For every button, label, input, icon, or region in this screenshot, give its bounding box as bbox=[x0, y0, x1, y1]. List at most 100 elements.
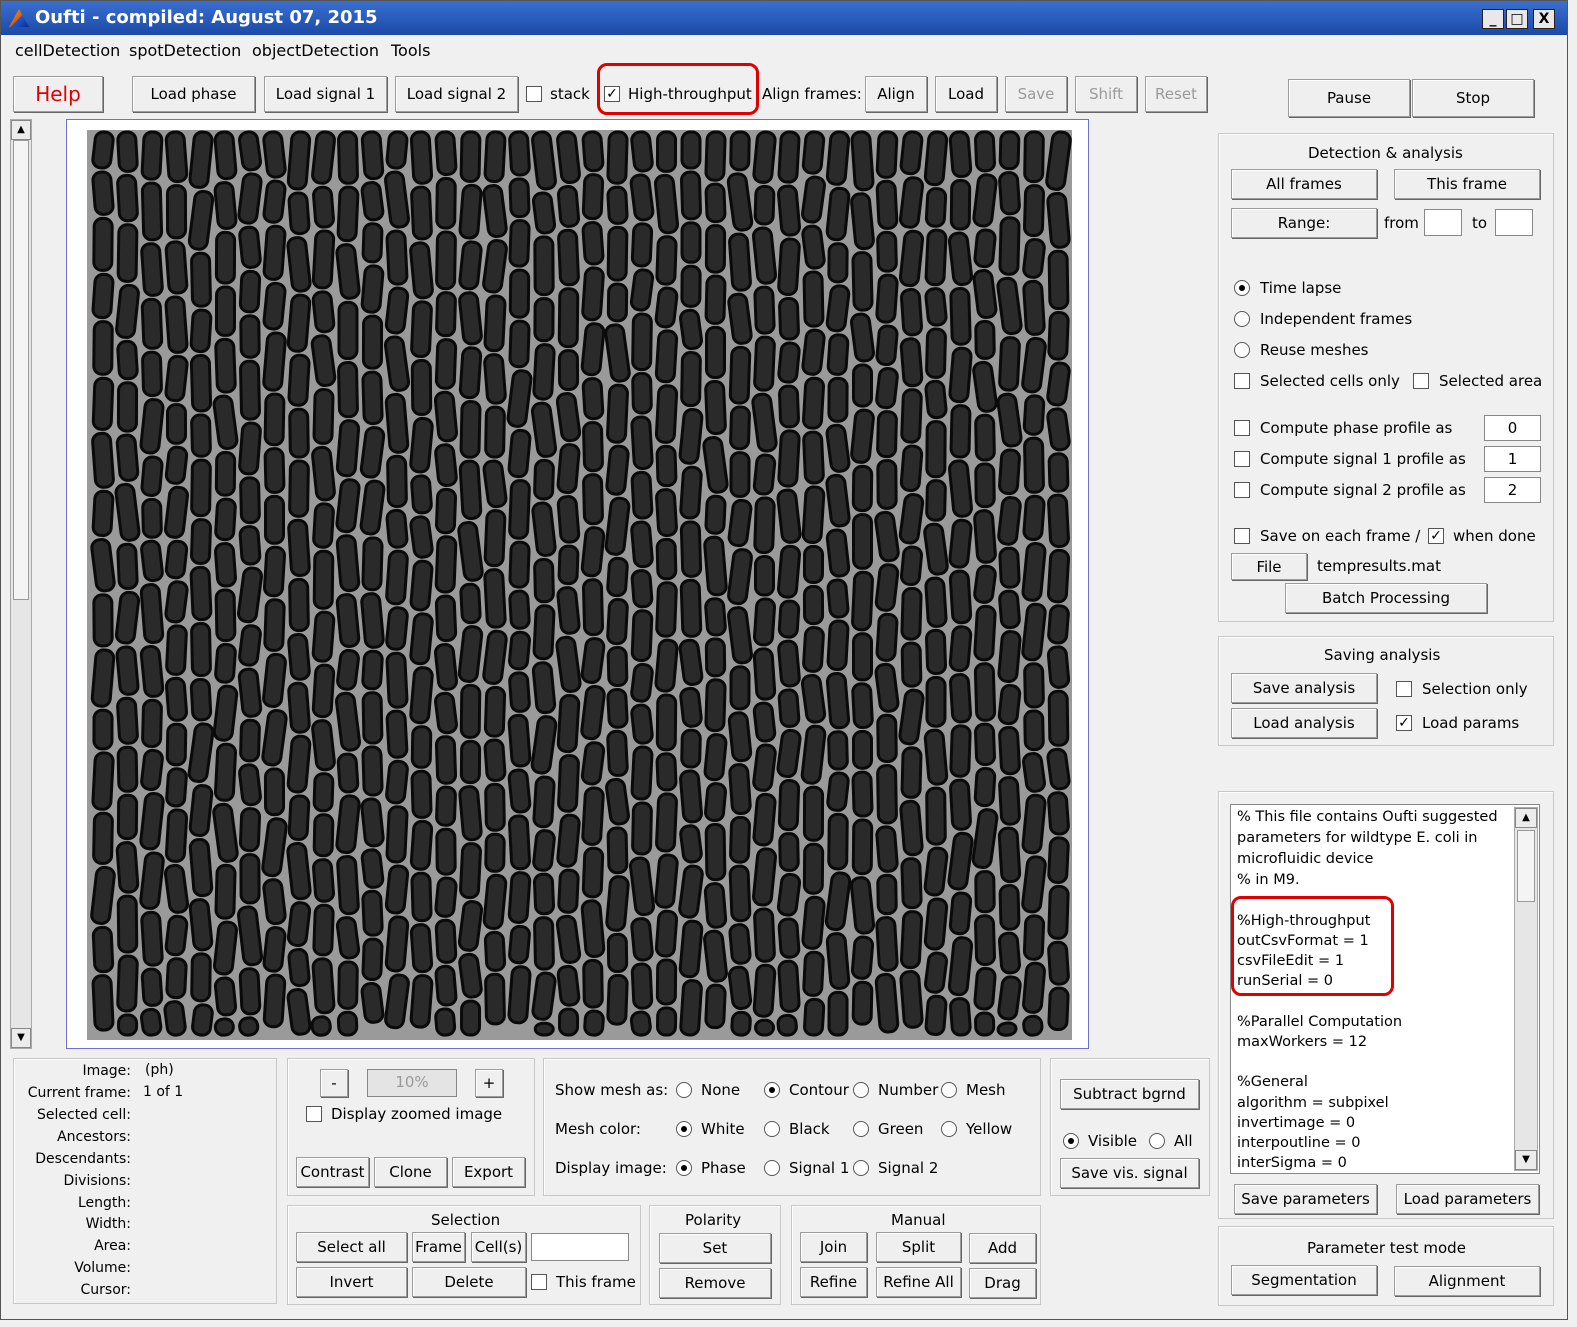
zoom-out-button[interactable]: - bbox=[320, 1069, 348, 1097]
refine-all-button[interactable]: Refine All bbox=[876, 1267, 961, 1297]
save-each-frame-checkbox[interactable] bbox=[1234, 528, 1250, 544]
polarity-remove-button[interactable]: Remove bbox=[659, 1268, 771, 1298]
display-phase-radio[interactable] bbox=[676, 1160, 692, 1176]
selected-area-checkbox[interactable] bbox=[1413, 373, 1429, 389]
segmentation-button[interactable]: Segmentation bbox=[1231, 1265, 1377, 1295]
display-signal2-radio[interactable] bbox=[853, 1160, 869, 1176]
file-button[interactable]: File bbox=[1231, 553, 1307, 580]
load-params-checkbox[interactable]: ✓ bbox=[1396, 715, 1412, 731]
save-analysis-button[interactable]: Save analysis bbox=[1231, 673, 1377, 703]
stack-checkbox[interactable] bbox=[526, 86, 542, 102]
signal1-profile-checkbox[interactable] bbox=[1234, 451, 1250, 467]
color-black-radio[interactable] bbox=[764, 1121, 780, 1137]
help-button[interactable]: Help bbox=[13, 76, 103, 112]
select-cells-button[interactable]: Cell(s) bbox=[471, 1232, 526, 1262]
save-vis-signal-button[interactable]: Save vis. signal bbox=[1060, 1158, 1199, 1188]
join-button[interactable]: Join bbox=[800, 1232, 867, 1262]
range-to-input[interactable] bbox=[1495, 209, 1533, 236]
polarity-set-button[interactable]: Set bbox=[659, 1233, 771, 1263]
maximize-button[interactable]: □ bbox=[1506, 9, 1528, 29]
cell bbox=[336, 185, 360, 243]
mesh-contour-radio[interactable] bbox=[764, 1082, 780, 1098]
microscopy-image[interactable] bbox=[66, 119, 1089, 1049]
add-button[interactable]: Add bbox=[969, 1233, 1036, 1263]
align-button[interactable]: Align bbox=[865, 76, 927, 112]
mesh-none-radio[interactable] bbox=[676, 1082, 692, 1098]
subtract-bgrnd-button[interactable]: Subtract bgrnd bbox=[1060, 1079, 1199, 1109]
refine-button[interactable]: Refine bbox=[800, 1267, 867, 1297]
all-frames-button[interactable]: All frames bbox=[1231, 169, 1377, 199]
cell bbox=[337, 960, 359, 1010]
split-button[interactable]: Split bbox=[876, 1232, 961, 1262]
display-zoomed-checkbox[interactable] bbox=[306, 1106, 322, 1122]
mesh-mesh-radio[interactable] bbox=[941, 1082, 957, 1098]
menu-spotdetection[interactable]: spotDetection bbox=[129, 41, 241, 60]
visible-radio[interactable] bbox=[1063, 1133, 1079, 1149]
scroll-thumb[interactable] bbox=[1517, 830, 1535, 902]
range-from-input[interactable] bbox=[1424, 209, 1462, 236]
scroll-down-icon[interactable]: ▼ bbox=[1515, 1150, 1537, 1170]
signal2-profile-checkbox[interactable] bbox=[1234, 482, 1250, 498]
phase-profile-input[interactable]: 0 bbox=[1484, 415, 1541, 441]
image-vertical-scrollbar[interactable]: ▲ ▼ bbox=[10, 119, 32, 1049]
this-frame-checkbox[interactable] bbox=[531, 1274, 547, 1290]
scroll-thumb[interactable] bbox=[13, 140, 29, 600]
color-green-radio[interactable] bbox=[853, 1121, 869, 1137]
zoom-level-field[interactable]: 10% bbox=[367, 1069, 457, 1097]
independent-frames-radio[interactable] bbox=[1234, 311, 1250, 327]
cell bbox=[336, 1010, 359, 1037]
time-lapse-radio[interactable] bbox=[1234, 280, 1250, 296]
selected-cells-checkbox[interactable] bbox=[1234, 373, 1250, 389]
select-all-button[interactable]: Select all bbox=[296, 1232, 407, 1262]
minimize-button[interactable]: _ bbox=[1482, 9, 1504, 29]
save-button[interactable]: Save bbox=[1005, 76, 1067, 112]
invert-button[interactable]: Invert bbox=[296, 1267, 407, 1297]
signal2-profile-input[interactable]: 2 bbox=[1484, 477, 1541, 503]
select-frame-button[interactable]: Frame bbox=[412, 1232, 465, 1262]
cell-number-input[interactable] bbox=[531, 1233, 629, 1261]
reuse-meshes-radio[interactable] bbox=[1234, 342, 1250, 358]
reset-button[interactable]: Reset bbox=[1145, 76, 1207, 112]
stop-button[interactable]: Stop bbox=[1412, 79, 1534, 117]
save-parameters-button[interactable]: Save parameters bbox=[1234, 1184, 1377, 1214]
alignment-button[interactable]: Alignment bbox=[1394, 1266, 1540, 1296]
contrast-button[interactable]: Contrast bbox=[296, 1157, 369, 1187]
cell bbox=[214, 285, 237, 337]
menu-tools[interactable]: Tools bbox=[391, 41, 430, 60]
cell bbox=[556, 130, 581, 185]
load-parameters-button[interactable]: Load parameters bbox=[1396, 1184, 1539, 1214]
clone-button[interactable]: Clone bbox=[374, 1157, 447, 1187]
close-button[interactable]: X bbox=[1533, 9, 1555, 29]
this-frame-button[interactable]: This frame bbox=[1394, 169, 1540, 199]
cell bbox=[361, 370, 384, 426]
drag-button[interactable]: Drag bbox=[969, 1268, 1036, 1298]
delete-button[interactable]: Delete bbox=[412, 1267, 526, 1297]
scroll-down-icon[interactable]: ▼ bbox=[11, 1028, 31, 1048]
batch-processing-button[interactable]: Batch Processing bbox=[1285, 583, 1487, 613]
color-white-radio[interactable] bbox=[676, 1121, 692, 1137]
signal1-profile-input[interactable]: 1 bbox=[1484, 446, 1541, 472]
color-yellow-radio[interactable] bbox=[941, 1121, 957, 1137]
when-done-checkbox[interactable]: ✓ bbox=[1428, 528, 1444, 544]
pause-button[interactable]: Pause bbox=[1288, 79, 1410, 117]
all-radio[interactable] bbox=[1149, 1133, 1165, 1149]
phase-profile-checkbox[interactable] bbox=[1234, 420, 1250, 436]
zoom-in-button[interactable]: + bbox=[475, 1069, 503, 1097]
display-signal1-radio[interactable] bbox=[764, 1160, 780, 1176]
range-button[interactable]: Range: bbox=[1231, 208, 1377, 238]
export-button[interactable]: Export bbox=[452, 1157, 525, 1187]
menu-objectdetection[interactable]: objectDetection bbox=[252, 41, 379, 60]
mesh-number-radio[interactable] bbox=[853, 1082, 869, 1098]
shift-button[interactable]: Shift bbox=[1075, 76, 1137, 112]
scroll-up-icon[interactable]: ▲ bbox=[1515, 808, 1537, 828]
params-scrollbar[interactable]: ▲ ▼ bbox=[1514, 807, 1538, 1171]
load-analysis-button[interactable]: Load analysis bbox=[1231, 708, 1377, 738]
menu-celldetection[interactable]: cellDetection bbox=[15, 41, 120, 60]
load-phase-button[interactable]: Load phase bbox=[132, 76, 255, 112]
load-button[interactable]: Load bbox=[935, 76, 997, 112]
load-signal1-button[interactable]: Load signal 1 bbox=[264, 76, 387, 112]
load-signal2-button[interactable]: Load signal 2 bbox=[395, 76, 518, 112]
cell bbox=[91, 489, 115, 538]
scroll-up-icon[interactable]: ▲ bbox=[11, 120, 31, 140]
selection-only-checkbox[interactable] bbox=[1396, 681, 1412, 697]
